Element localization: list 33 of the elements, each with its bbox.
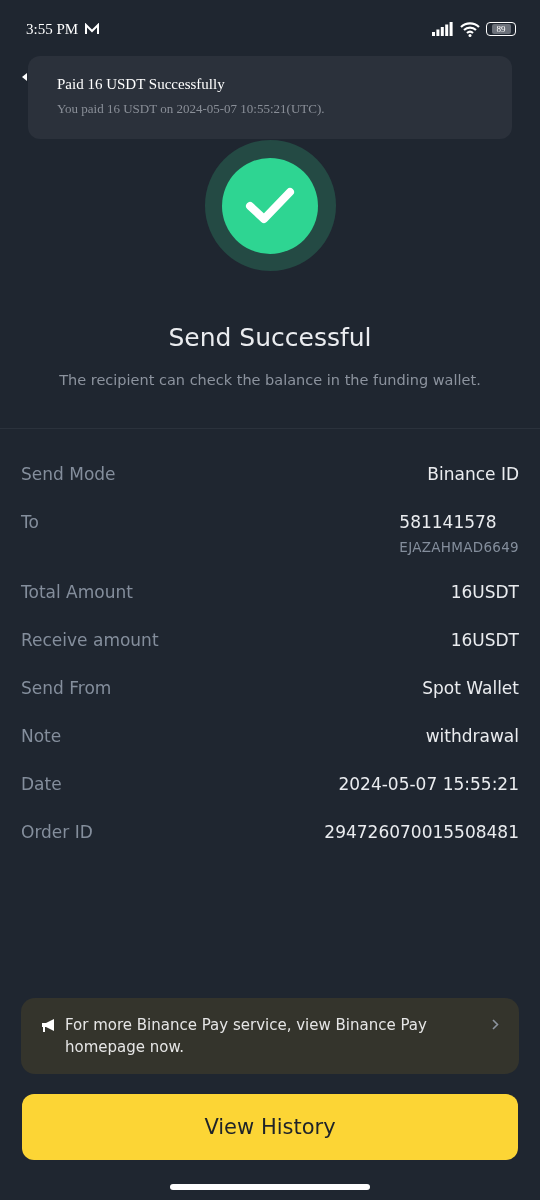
detail-label: Date [21, 773, 62, 795]
wifi-icon [460, 21, 480, 37]
detail-value: Binance ID [427, 463, 519, 485]
mail-icon [84, 22, 101, 36]
result-subtitle: The recipient can check the balance in the funding wallet. [59, 372, 481, 388]
detail-label: Receive amount [21, 629, 159, 651]
notification-card[interactable]: Paid 16 USDT Successfully You paid 16 USDT on 2024-05-07 10:55:21(UTC). [28, 56, 512, 139]
detail-label: Note [21, 725, 62, 747]
result-title: Send Successful [168, 323, 372, 352]
banner-text: For more Binance Pay service, view Binance Pay homepage now. [65, 1015, 428, 1058]
view-history-button[interactable]: View History [22, 1094, 518, 1160]
detail-label: Total Amount [21, 581, 133, 603]
detail-value: 16USDT [450, 581, 519, 603]
detail-value: 581141578 [399, 511, 497, 533]
notification-title: Paid 16 USDT Successfully [57, 76, 226, 93]
detail-label: Order ID [21, 821, 93, 843]
signal-icon [432, 22, 454, 36]
detail-sub-value: EJAZAHMAD6649 [399, 539, 519, 555]
detail-label: To [21, 511, 39, 533]
battery-level: 89 [491, 24, 511, 34]
notification-message: You paid 16 USDT on 2024-05-07 10:55:21(UTC). [57, 101, 326, 117]
check-icon [222, 157, 318, 254]
detail-label: Send Mode [21, 463, 116, 485]
chevron-right-icon [492, 1019, 499, 1030]
detail-value: 2024-05-07 15:55:21 [338, 773, 519, 795]
detail-value: 16USDT [450, 629, 519, 651]
megaphone-icon [41, 1018, 56, 1033]
detail-value: withdrawal [425, 725, 519, 747]
status-time: 3:55 PM [26, 20, 79, 38]
detail-label: Send From [21, 677, 112, 699]
detail-value: Spot Wallet [422, 677, 519, 699]
detail-value: 294726070015508481 [324, 821, 519, 843]
promo-banner[interactable]: For more Binance Pay service, view Binance Pay homepage now. [21, 998, 519, 1074]
